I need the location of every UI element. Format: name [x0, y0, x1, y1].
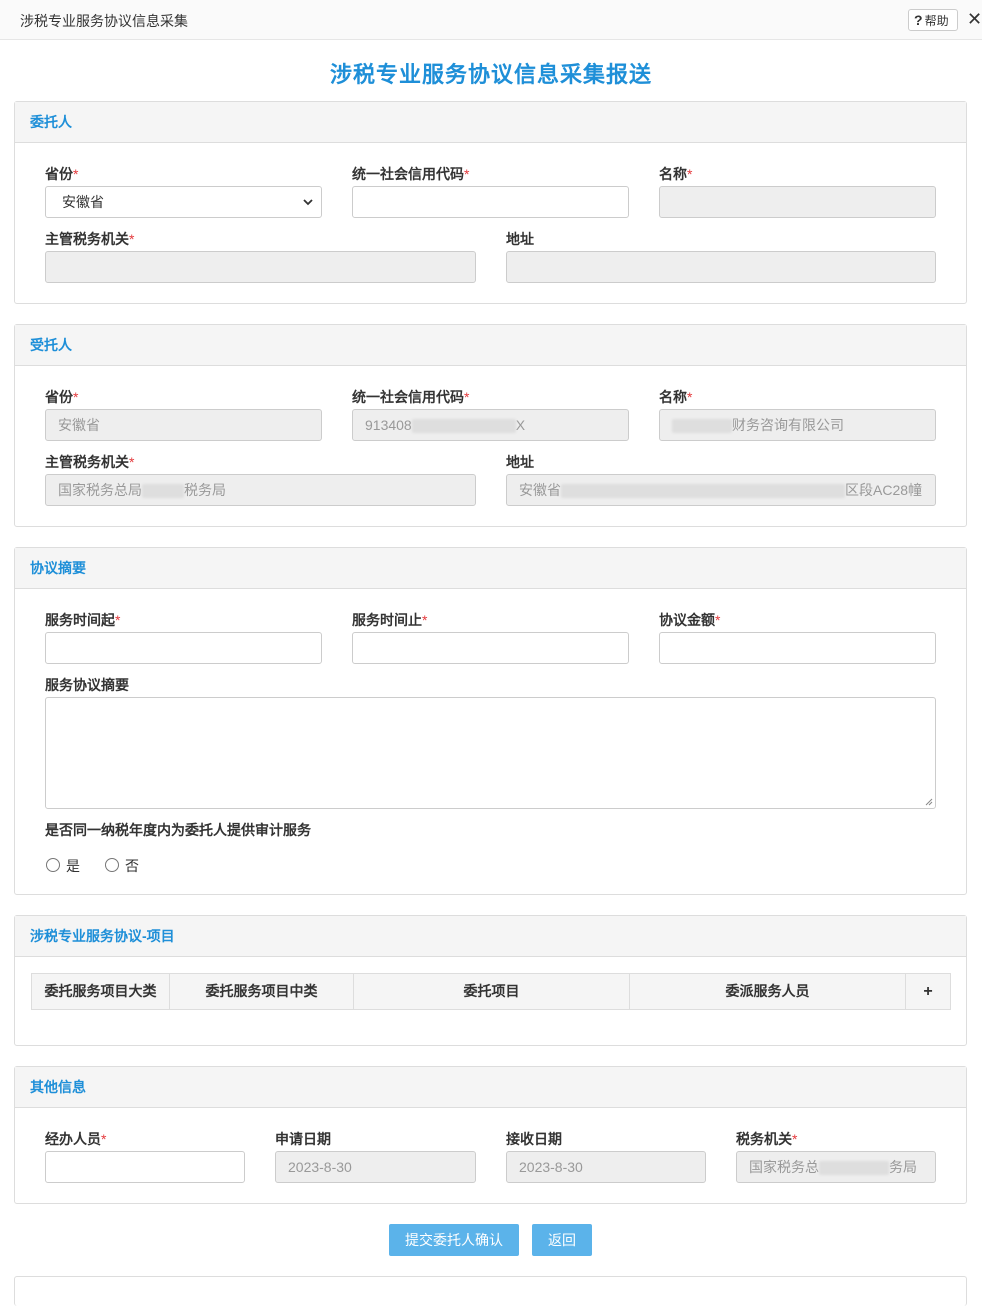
other-panel: 其他信息 经办人员* 申请日期 2023-8-30 接收日期 2023-8-30…	[14, 1066, 967, 1204]
audit-yes-radio[interactable]	[46, 858, 60, 872]
other-heading: 其他信息	[15, 1067, 966, 1108]
audit-no-label[interactable]: 否	[125, 856, 139, 876]
principal-province-select[interactable]: 安徽省	[45, 186, 322, 218]
agent-credit-code-input: 913408 X	[352, 409, 629, 441]
agent-address-prefix: 安徽省	[519, 482, 561, 498]
add-row-button[interactable]: +	[906, 974, 950, 1009]
agent-address-input: 安徽省 区段AC28幢	[506, 474, 936, 506]
receive-date-input: 2023-8-30	[506, 1151, 706, 1183]
back-button[interactable]: 返回	[532, 1224, 592, 1256]
principal-name-input	[659, 186, 936, 218]
window-title: 涉税专业服务协议信息采集	[20, 13, 188, 29]
tax-office-label: 税务机关*	[736, 1131, 798, 1147]
agent-tax-authority-label: 主管税务机关*	[45, 454, 135, 470]
principal-credit-code-label: 统一社会信用代码*	[352, 166, 470, 182]
agent-province-label: 省份*	[45, 389, 79, 405]
next-panel-partial	[14, 1276, 967, 1306]
agent-heading: 受托人	[15, 325, 966, 366]
agreement-summary-textarea[interactable]	[45, 697, 936, 809]
summary-heading: 协议摘要	[15, 548, 966, 589]
agent-name-suffix: 财务咨询有限公司	[732, 417, 844, 433]
receive-date-label: 接收日期	[506, 1131, 562, 1147]
agent-credit-code-label: 统一社会信用代码*	[352, 389, 470, 405]
agreement-amount-label: 协议金额*	[659, 612, 721, 628]
close-icon[interactable]: ✕	[967, 9, 982, 29]
tax-office-suffix: 务局	[889, 1159, 917, 1175]
agent-name-label: 名称*	[659, 389, 693, 405]
apply-date-input: 2023-8-30	[275, 1151, 476, 1183]
principal-tax-authority-label: 主管税务机关*	[45, 231, 135, 247]
tax-office-prefix: 国家税务总	[749, 1159, 819, 1175]
handler-label: 经办人员*	[45, 1131, 107, 1147]
agent-province-input: 安徽省	[45, 409, 322, 441]
agent-tax-authority-input: 国家税务总局 税务局	[45, 474, 476, 506]
submit-button[interactable]: 提交委托人确认	[389, 1224, 519, 1256]
principal-heading: 委托人	[15, 102, 966, 143]
items-table-header: 委托服务项目大类 委托服务项目中类 委托项目 委派服务人员 +	[31, 973, 951, 1010]
summary-panel: 协议摘要 服务时间起* 服务时间止* 协议金额* 服务协议摘要 是否同一纳税年度…	[14, 547, 967, 895]
tax-office-input: 国家税务总 务局	[736, 1151, 936, 1183]
help-label: 帮助	[924, 14, 949, 28]
principal-credit-code-input[interactable]	[352, 186, 629, 218]
agreement-amount-input[interactable]	[659, 632, 936, 664]
principal-address-label: 地址	[506, 231, 534, 247]
service-start-input[interactable]	[45, 632, 322, 664]
agent-address-suffix: 区段AC28幢	[845, 482, 923, 498]
agent-name-input: 财务咨询有限公司	[659, 409, 936, 441]
agent-tax-authority-suffix: 税务局	[184, 482, 226, 498]
items-heading: 涉税专业服务协议-项目	[15, 916, 966, 957]
agent-address-label: 地址	[506, 454, 534, 470]
service-end-label: 服务时间止*	[352, 612, 428, 628]
principal-name-label: 名称*	[659, 166, 693, 182]
audit-no-radio[interactable]	[105, 858, 119, 872]
redacted-mask	[411, 419, 516, 434]
principal-province-value: 安徽省	[62, 194, 104, 210]
column-header-category: 委托服务项目大类	[32, 974, 170, 1009]
apply-date-label: 申请日期	[275, 1131, 331, 1147]
principal-panel: 委托人 省份* 安徽省 统一社会信用代码* 名称* 主管税务机关* 地址	[14, 101, 967, 304]
service-start-label: 服务时间起*	[45, 612, 121, 628]
redacted-mask	[561, 484, 845, 499]
chevron-down-icon	[303, 199, 313, 206]
page-title: 涉税专业服务协议信息采集报送	[329, 62, 652, 87]
agent-tax-authority-prefix: 国家税务总局	[58, 482, 142, 498]
items-panel: 涉税专业服务协议-项目 委托服务项目大类 委托服务项目中类 委托项目 委派服务人…	[14, 915, 967, 1046]
help-icon: ?	[914, 12, 923, 28]
agent-credit-code-suffix: X	[515, 417, 526, 433]
agent-credit-code-prefix: 913408	[365, 417, 412, 433]
principal-tax-authority-input	[45, 251, 476, 283]
window-titlebar: 涉税专业服务协议信息采集 ? 帮助 ✕	[0, 0, 982, 40]
column-header-staff: 委派服务人员	[630, 974, 906, 1009]
column-header-subcategory: 委托服务项目中类	[170, 974, 354, 1009]
resize-handle-icon[interactable]	[925, 798, 933, 806]
redacted-mask	[142, 484, 184, 499]
handler-input[interactable]	[45, 1151, 245, 1183]
column-header-project: 委托项目	[354, 974, 630, 1009]
service-end-input[interactable]	[352, 632, 629, 664]
principal-province-label: 省份*	[45, 166, 79, 182]
audit-yes-label[interactable]: 是	[66, 856, 80, 876]
redacted-mask	[672, 419, 732, 434]
agent-panel: 受托人 省份* 安徽省 统一社会信用代码* 913408 X 名称* 财务咨询有限…	[14, 324, 967, 527]
principal-address-input	[506, 251, 936, 283]
redacted-mask	[819, 1161, 889, 1176]
agreement-summary-label: 服务协议摘要	[45, 677, 129, 693]
help-button[interactable]: ? 帮助	[908, 9, 958, 31]
audit-question-label: 是否同一纳税年度内为委托人提供审计服务	[45, 822, 311, 838]
